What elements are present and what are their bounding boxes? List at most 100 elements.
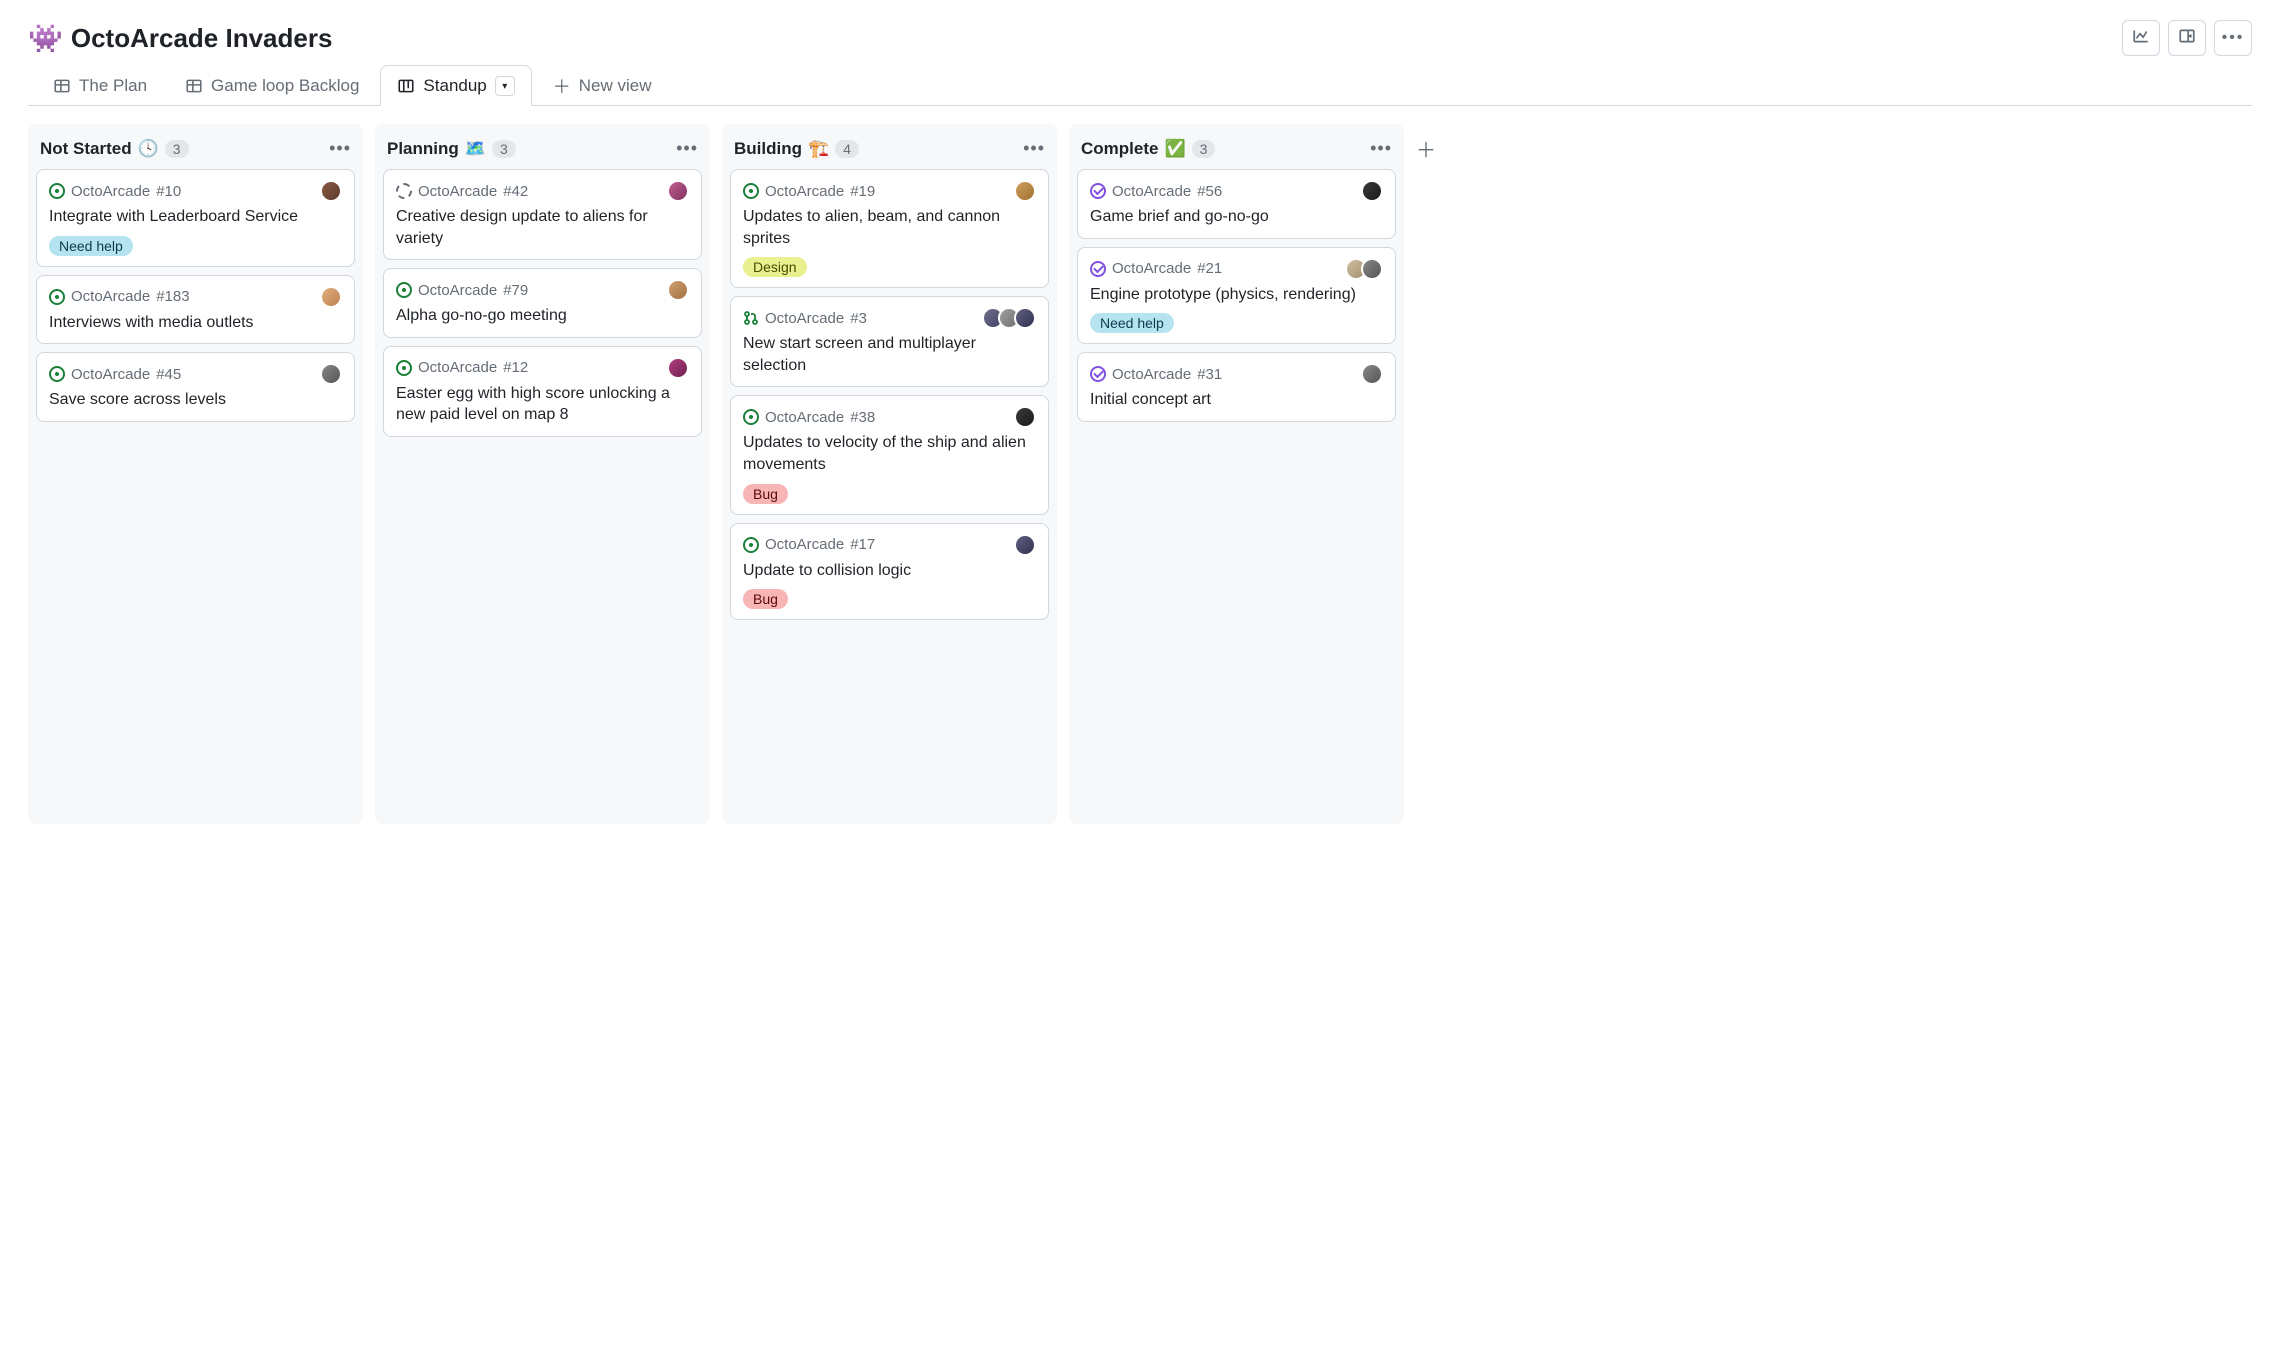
- tab-the-plan[interactable]: The Plan: [36, 65, 164, 106]
- avatar[interactable]: [1361, 363, 1383, 385]
- column-count: 3: [492, 140, 516, 158]
- issue-closed-icon: [1090, 183, 1106, 199]
- card-assignees: [667, 279, 689, 301]
- avatar[interactable]: [320, 180, 342, 202]
- card-assignees: [667, 357, 689, 379]
- column-count: 3: [1192, 140, 1216, 158]
- board-card[interactable]: OctoArcade #45 Save score across levels: [36, 352, 355, 422]
- card-label[interactable]: Bug: [743, 589, 788, 609]
- board-card[interactable]: OctoArcade #3 New start screen and multi…: [730, 296, 1049, 387]
- insights-button[interactable]: [2122, 20, 2160, 56]
- board-column: Not Started 🕓 3 ••• OctoArcade #10 Integ…: [28, 124, 363, 824]
- avatar[interactable]: [1014, 180, 1036, 202]
- pull-request-icon: [743, 310, 759, 326]
- board-card[interactable]: OctoArcade #17 Update to collision logic…: [730, 523, 1049, 621]
- avatar[interactable]: [1014, 534, 1036, 556]
- board-card[interactable]: OctoArcade #183 Interviews with media ou…: [36, 275, 355, 345]
- project-emoji: 👾: [28, 22, 63, 55]
- tab-dropdown-button[interactable]: ▾: [495, 76, 515, 96]
- plus-icon: ＋: [1416, 134, 1436, 163]
- issue-closed-icon: [1090, 261, 1106, 277]
- card-assignees: [1014, 406, 1036, 428]
- card-repo: OctoArcade: [1112, 260, 1191, 277]
- card-repo: OctoArcade: [418, 183, 497, 200]
- board-card[interactable]: OctoArcade #79 Alpha go-no-go meeting: [383, 268, 702, 338]
- avatar[interactable]: [1361, 180, 1383, 202]
- card-repo: OctoArcade: [418, 359, 497, 376]
- add-column-button[interactable]: ＋: [1416, 124, 1440, 163]
- avatar[interactable]: [667, 180, 689, 202]
- tab-standup[interactable]: Standup ▾: [380, 65, 531, 106]
- tab-new-view[interactable]: ＋ New view: [536, 65, 669, 106]
- card-assignees: [667, 180, 689, 202]
- card-label[interactable]: Design: [743, 257, 807, 277]
- avatar[interactable]: [320, 286, 342, 308]
- table-icon: [185, 77, 203, 95]
- card-label[interactable]: Need help: [49, 236, 133, 256]
- card-assignees: [1361, 363, 1383, 385]
- board-card[interactable]: OctoArcade #19 Updates to alien, beam, a…: [730, 169, 1049, 288]
- column-count: 4: [835, 140, 859, 158]
- column-title: Complete: [1081, 139, 1158, 159]
- card-repo: OctoArcade: [71, 366, 150, 383]
- card-repo: OctoArcade: [765, 310, 844, 327]
- card-number: #31: [1197, 366, 1222, 383]
- column-emoji: 🏗️: [808, 139, 829, 159]
- chart-line-icon: [2132, 27, 2150, 50]
- avatar[interactable]: [320, 363, 342, 385]
- avatar[interactable]: [1014, 307, 1036, 329]
- project-title: OctoArcade Invaders: [71, 23, 333, 54]
- card-assignees: [1361, 180, 1383, 202]
- panel-icon: [2178, 27, 2196, 50]
- column-menu-button[interactable]: •••: [1370, 138, 1392, 159]
- issue-open-icon: [49, 366, 65, 382]
- column-title: Building: [734, 139, 802, 159]
- avatar[interactable]: [1361, 258, 1383, 280]
- board-card[interactable]: OctoArcade #21 Engine prototype (physics…: [1077, 247, 1396, 345]
- card-assignees: [1014, 180, 1036, 202]
- issue-draft-icon: [396, 183, 412, 199]
- card-number: #38: [850, 409, 875, 426]
- card-label[interactable]: Need help: [1090, 313, 1174, 333]
- board-card[interactable]: OctoArcade #38 Updates to velocity of th…: [730, 395, 1049, 514]
- more-options-button[interactable]: •••: [2214, 20, 2252, 56]
- card-number: #12: [503, 359, 528, 376]
- column-menu-button[interactable]: •••: [1023, 138, 1045, 159]
- issue-open-icon: [49, 183, 65, 199]
- card-title: Creative design update to aliens for var…: [396, 206, 689, 249]
- tab-label: New view: [579, 76, 652, 96]
- avatar[interactable]: [667, 357, 689, 379]
- table-icon: [53, 77, 71, 95]
- column-menu-button[interactable]: •••: [676, 138, 698, 159]
- card-number: #79: [503, 282, 528, 299]
- column-title: Planning: [387, 139, 459, 159]
- card-assignees: [320, 286, 342, 308]
- avatar[interactable]: [667, 279, 689, 301]
- board-column: Planning 🗺️ 3 ••• OctoArcade #42 Creativ…: [375, 124, 710, 824]
- board-icon: [397, 77, 415, 95]
- panel-toggle-button[interactable]: [2168, 20, 2206, 56]
- card-number: #21: [1197, 260, 1222, 277]
- board-card[interactable]: OctoArcade #56 Game brief and go-no-go: [1077, 169, 1396, 239]
- issue-open-icon: [49, 289, 65, 305]
- tab-label: Standup: [423, 76, 486, 96]
- column-count: 3: [165, 140, 189, 158]
- board-card[interactable]: OctoArcade #10 Integrate with Leaderboar…: [36, 169, 355, 267]
- board-card[interactable]: OctoArcade #31 Initial concept art: [1077, 352, 1396, 422]
- card-title: Save score across levels: [49, 389, 342, 411]
- card-repo: OctoArcade: [71, 288, 150, 305]
- card-title: Integrate with Leaderboard Service: [49, 206, 342, 228]
- issue-closed-icon: [1090, 366, 1106, 382]
- card-title: Updates to velocity of the ship and alie…: [743, 432, 1036, 475]
- tab-label: Game loop Backlog: [211, 76, 359, 96]
- board-card[interactable]: OctoArcade #42 Creative design update to…: [383, 169, 702, 260]
- card-title: New start screen and multiplayer selecti…: [743, 333, 1036, 376]
- card-title: Alpha go-no-go meeting: [396, 305, 689, 327]
- column-menu-button[interactable]: •••: [329, 138, 351, 159]
- board-card[interactable]: OctoArcade #12 Easter egg with high scor…: [383, 346, 702, 437]
- card-title: Update to collision logic: [743, 560, 1036, 582]
- avatar[interactable]: [1014, 406, 1036, 428]
- column-emoji: ✅: [1164, 139, 1185, 159]
- card-label[interactable]: Bug: [743, 484, 788, 504]
- tab-game-loop-backlog[interactable]: Game loop Backlog: [168, 65, 376, 106]
